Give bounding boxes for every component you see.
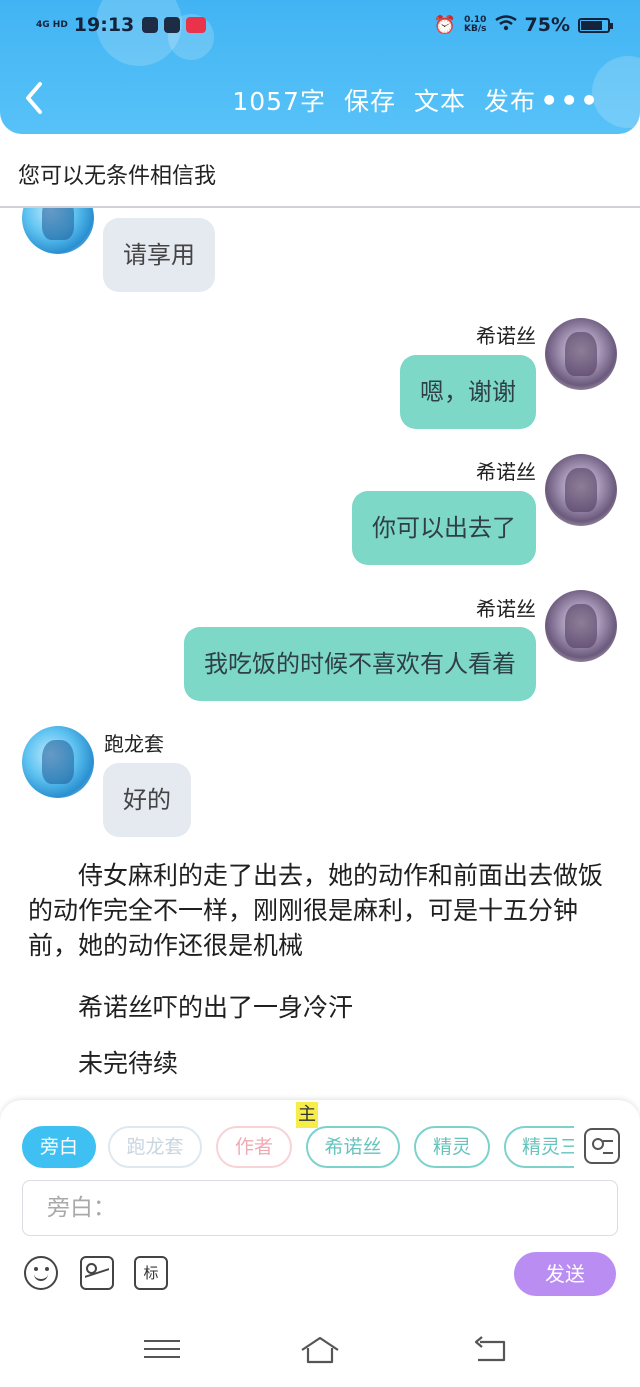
red-app-notification-icon bbox=[186, 17, 207, 33]
sender-name: 希诺丝 bbox=[476, 597, 536, 621]
editor-screen: 4G HD 19:13 ⏰ 0.10 KB/s 75% 1057字 保存 文本 … bbox=[0, 0, 640, 1387]
chevron-left-icon bbox=[26, 82, 42, 114]
save-button[interactable]: 保存 bbox=[344, 82, 396, 118]
role-chip-extra[interactable]: 跑龙套 bbox=[108, 1126, 202, 1168]
input-panel: 旁白 跑龙套 作者 希诺丝 精灵 精灵三 主 标 发送 bbox=[0, 1100, 640, 1312]
app-notification-icon bbox=[164, 17, 181, 33]
alarm-icon: ⏰ bbox=[433, 14, 457, 36]
clock: 19:13 bbox=[73, 14, 135, 36]
character-list-button[interactable] bbox=[584, 1128, 620, 1164]
story-title[interactable]: 您可以无条件相信我 bbox=[18, 158, 216, 190]
avatar[interactable] bbox=[545, 590, 617, 662]
tag-button[interactable]: 标 bbox=[134, 1256, 168, 1290]
chat-area[interactable]: 请享用 希诺丝 嗯，谢谢 希诺丝 你可以出去了 希诺丝 我吃饭的时候不喜欢有人看… bbox=[0, 208, 640, 1098]
avatar[interactable] bbox=[545, 454, 617, 526]
avatar[interactable] bbox=[22, 208, 94, 254]
role-chip-xinuosi[interactable]: 希诺丝 bbox=[306, 1126, 400, 1168]
app-header: 4G HD 19:13 ⏰ 0.10 KB/s 75% 1057字 保存 文本 … bbox=[0, 0, 640, 134]
battery-icon bbox=[578, 17, 613, 33]
role-chip-elf[interactable]: 精灵 bbox=[414, 1126, 490, 1168]
network-indicator: 4G HD bbox=[36, 19, 68, 30]
network-speed: 0.10 KB/s bbox=[464, 15, 487, 34]
message-input-box[interactable] bbox=[22, 1180, 618, 1236]
top-toolbar: 1057字 保存 文本 发布 ••• bbox=[0, 78, 640, 122]
home-nav-button[interactable] bbox=[300, 1334, 340, 1366]
sender-name: 跑龙套 bbox=[104, 732, 164, 756]
send-button[interactable]: 发送 bbox=[514, 1252, 616, 1296]
narration-paragraph[interactable]: 未完待续 bbox=[28, 1046, 618, 1081]
menu-nav-button[interactable] bbox=[142, 1334, 182, 1366]
avatar[interactable] bbox=[22, 726, 94, 798]
sender-name: 希诺丝 bbox=[476, 460, 536, 484]
message-bubble[interactable]: 请享用 bbox=[103, 218, 215, 292]
image-icon[interactable] bbox=[80, 1256, 114, 1290]
story-title-bar: 您可以无条件相信我 bbox=[0, 134, 640, 208]
message-bubble[interactable]: 你可以出去了 bbox=[352, 491, 536, 565]
more-options-button[interactable]: ••• bbox=[540, 84, 600, 117]
role-chip-author[interactable]: 作者 bbox=[216, 1126, 292, 1168]
message-input[interactable] bbox=[23, 1181, 617, 1235]
home-icon bbox=[301, 1336, 339, 1364]
back-nav-button[interactable] bbox=[470, 1334, 510, 1366]
narration-paragraph[interactable]: 希诺丝吓的出了一身冷汗 bbox=[28, 990, 618, 1025]
role-selector[interactable]: 旁白 跑龙套 作者 希诺丝 精灵 精灵三 bbox=[22, 1126, 574, 1168]
publish-button[interactable]: 发布 bbox=[484, 82, 536, 118]
text-button[interactable]: 文本 bbox=[414, 82, 466, 118]
role-chip-elf-three[interactable]: 精灵三 bbox=[504, 1126, 574, 1168]
message-bubble[interactable]: 好的 bbox=[103, 763, 191, 837]
avatar[interactable] bbox=[545, 318, 617, 390]
emoji-icon[interactable] bbox=[24, 1256, 58, 1290]
role-chip-narrator[interactable]: 旁白 bbox=[22, 1126, 96, 1168]
status-bar: 4G HD 19:13 ⏰ 0.10 KB/s 75% bbox=[36, 10, 613, 40]
message-bubble[interactable]: 嗯，谢谢 bbox=[400, 355, 536, 429]
wifi-icon bbox=[494, 14, 517, 36]
battery-percent: 75% bbox=[524, 14, 570, 36]
main-role-marker: 主 bbox=[296, 1102, 318, 1128]
narration-paragraph[interactable]: 侍女麻利的走了出去，她的动作和前面出去做饭的动作完全不一样，刚刚很是麻利，可是十… bbox=[28, 858, 618, 963]
word-count: 1057字 bbox=[232, 87, 326, 116]
system-nav-bar bbox=[0, 1312, 640, 1387]
sender-name: 希诺丝 bbox=[476, 324, 536, 348]
return-icon bbox=[474, 1336, 506, 1362]
back-button[interactable] bbox=[20, 80, 56, 120]
book-notification-icon bbox=[142, 17, 159, 33]
message-bubble[interactable]: 我吃饭的时候不喜欢有人看着 bbox=[184, 627, 536, 701]
